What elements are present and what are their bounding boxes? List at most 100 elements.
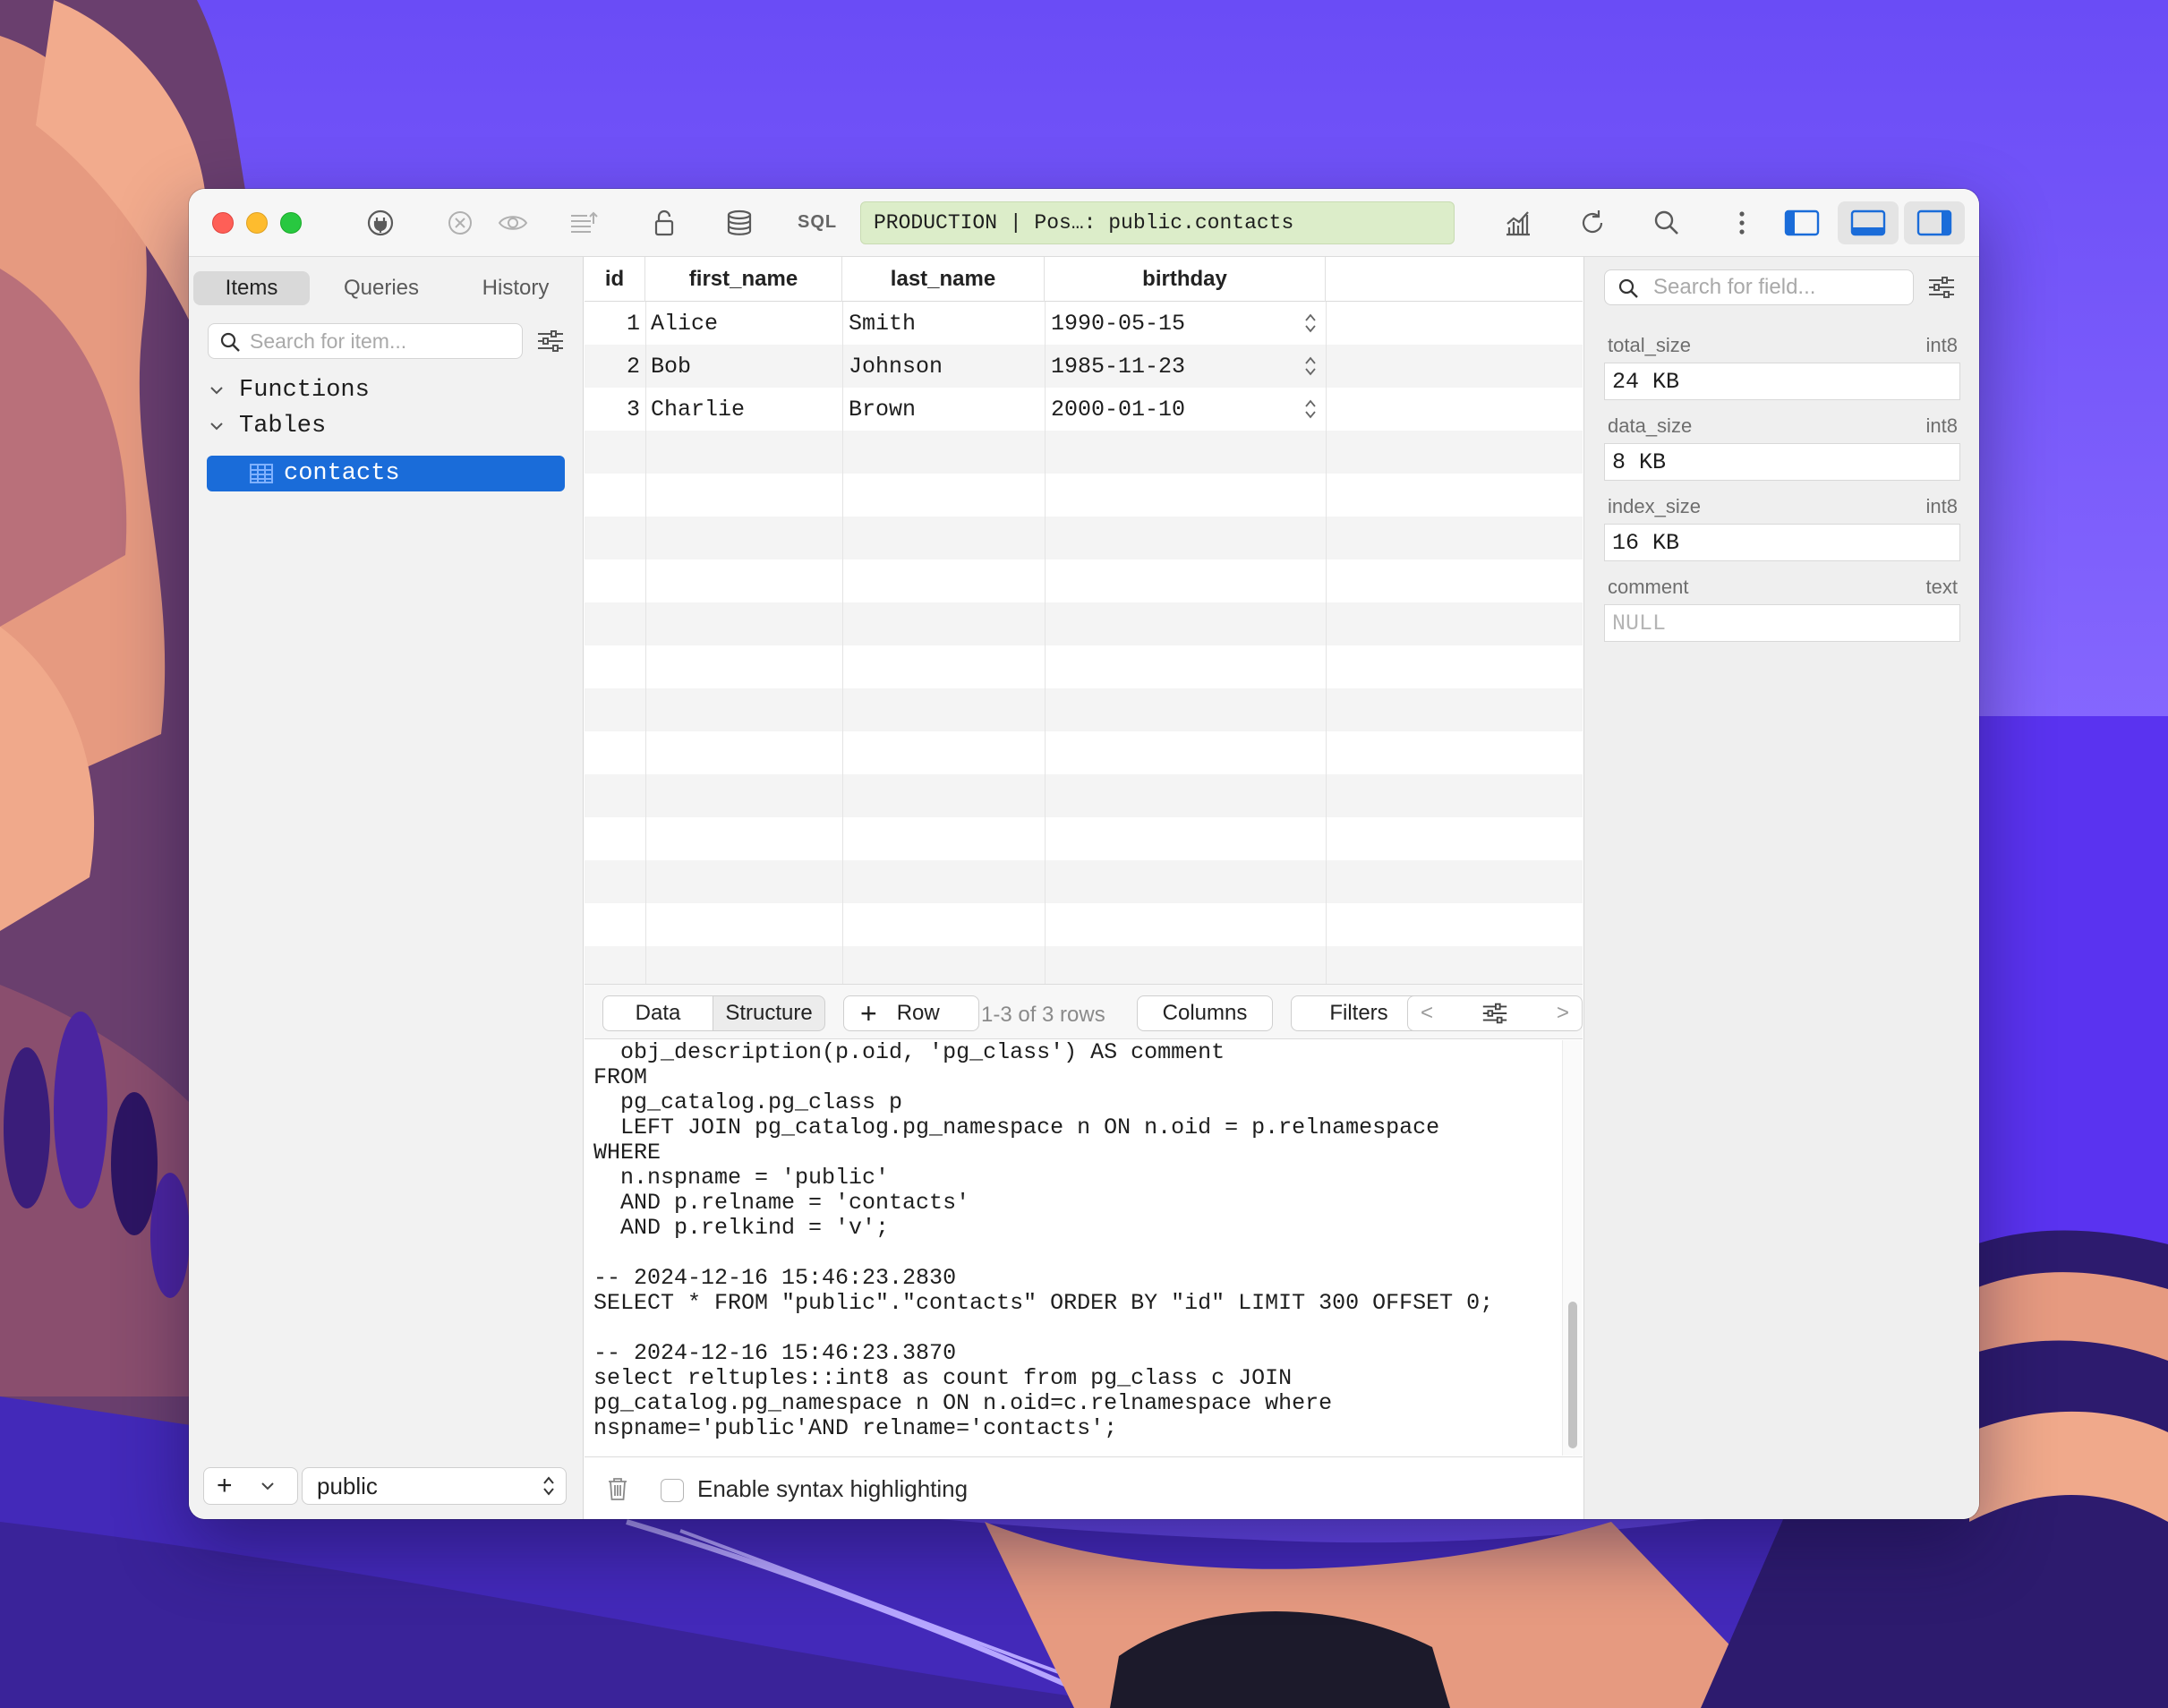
previous-page-button[interactable]: < bbox=[1421, 1001, 1433, 1026]
column-divider bbox=[842, 302, 843, 984]
empty-row bbox=[585, 602, 1583, 645]
plug-icon[interactable] bbox=[363, 205, 398, 241]
tree-item-functions-label: Functions bbox=[239, 377, 370, 404]
schema-select[interactable]: public bbox=[302, 1467, 567, 1505]
column-divider bbox=[1045, 302, 1046, 984]
zoom-window-button[interactable] bbox=[280, 212, 302, 234]
tree-item-tables[interactable]: Tables bbox=[209, 409, 326, 443]
row-count: 1-3 of 3 rows bbox=[981, 1003, 1105, 1027]
field-type-data-size: int8 bbox=[1925, 414, 1958, 437]
tab-data[interactable]: Data bbox=[602, 995, 713, 1031]
tab-structure[interactable]: Structure bbox=[713, 995, 825, 1031]
filter-settings-icon[interactable] bbox=[535, 326, 566, 356]
close-circle-icon[interactable] bbox=[442, 205, 478, 241]
cell-first-name[interactable]: Alice bbox=[651, 302, 718, 345]
log-line: FROM bbox=[593, 1064, 648, 1090]
sql-log[interactable]: obj_description(p.oid, 'pg_class') AS co… bbox=[585, 1040, 1583, 1456]
cell-birthday[interactable]: 1990-05-15 bbox=[1051, 302, 1185, 345]
cell-id[interactable]: 2 bbox=[585, 345, 640, 388]
column-header-first-name[interactable]: first_name bbox=[645, 257, 842, 302]
tree-item-contacts-label: contacts bbox=[284, 460, 400, 487]
date-stepper-icon[interactable] bbox=[1304, 397, 1317, 421]
field-value-total-size[interactable]: 24 KB bbox=[1604, 363, 1960, 400]
tree-item-functions[interactable]: Functions bbox=[209, 373, 370, 407]
field-label-index-size: index_size bbox=[1608, 495, 1701, 517]
chevron-down-icon bbox=[260, 1482, 274, 1490]
grid-header: id first_name last_name birthday bbox=[585, 257, 1583, 302]
grid-toolbar: Data Structure + Row 1-3 of 3 rows Colum… bbox=[585, 984, 1583, 1039]
date-stepper-icon[interactable] bbox=[1304, 312, 1317, 335]
empty-row bbox=[585, 559, 1583, 602]
field-label-comment: comment bbox=[1608, 576, 1689, 598]
chart-icon[interactable] bbox=[1500, 205, 1536, 241]
empty-row bbox=[585, 688, 1583, 731]
left-panel-icon[interactable] bbox=[1771, 201, 1832, 244]
cell-id[interactable]: 1 bbox=[585, 302, 640, 345]
search-icon[interactable] bbox=[1649, 205, 1685, 241]
cell-last-name[interactable]: Brown bbox=[849, 388, 916, 431]
cell-first-name[interactable]: Bob bbox=[651, 345, 691, 388]
log-line: obj_description(p.oid, 'pg_class') AS co… bbox=[593, 1040, 1225, 1065]
toolbar: SQL PRODUCTION | Pos…: public.contacts bbox=[189, 189, 1979, 257]
column-header-birthday[interactable]: birthday bbox=[1045, 257, 1326, 302]
sidebar-search-input[interactable]: Search for item... bbox=[208, 323, 523, 359]
table-row[interactable]: 1 Alice Smith 1990-05-15 bbox=[585, 302, 1583, 345]
lock-icon[interactable] bbox=[646, 205, 682, 241]
field-type-comment: text bbox=[1925, 576, 1958, 598]
empty-row bbox=[585, 903, 1583, 946]
field-value-data-size[interactable]: 8 KB bbox=[1604, 443, 1960, 481]
tree-item-tables-label: Tables bbox=[239, 413, 327, 440]
add-item-plus: + bbox=[217, 1471, 233, 1500]
columns-button[interactable]: Columns bbox=[1137, 995, 1273, 1031]
cell-birthday[interactable]: 2000-01-10 bbox=[1051, 388, 1185, 431]
connection-status-bar[interactable]: PRODUCTION | Pos…: public.contacts bbox=[860, 201, 1455, 244]
list-icon[interactable] bbox=[566, 205, 602, 241]
log-line: AND p.relkind = 'v'; bbox=[593, 1215, 890, 1241]
table-row[interactable]: 2 Bob Johnson 1985-11-23 bbox=[585, 345, 1583, 388]
filter-settings-icon[interactable] bbox=[1926, 272, 1957, 303]
syntax-highlighting-checkbox[interactable] bbox=[661, 1479, 684, 1502]
close-window-button[interactable] bbox=[212, 212, 234, 234]
refresh-icon[interactable] bbox=[1575, 205, 1610, 241]
add-item-button[interactable]: + bbox=[203, 1467, 298, 1505]
eye-icon[interactable] bbox=[495, 205, 531, 241]
tab-queries[interactable]: Queries bbox=[319, 271, 444, 305]
minimize-window-button[interactable] bbox=[246, 212, 268, 234]
column-header-id[interactable]: id bbox=[585, 257, 645, 302]
plus-icon: + bbox=[860, 996, 877, 1029]
tab-history[interactable]: History bbox=[453, 271, 578, 305]
sql-button[interactable]: SQL bbox=[798, 212, 837, 233]
tree-item-contacts[interactable]: contacts bbox=[207, 456, 565, 491]
field-value-index-size[interactable]: 16 KB bbox=[1604, 524, 1960, 561]
table-icon bbox=[250, 464, 273, 483]
date-stepper-icon[interactable] bbox=[1304, 354, 1317, 378]
database-icon[interactable] bbox=[721, 205, 757, 241]
cell-last-name[interactable]: Johnson bbox=[849, 345, 943, 388]
log-scrollbar-thumb[interactable] bbox=[1568, 1302, 1577, 1448]
more-icon[interactable] bbox=[1724, 205, 1760, 241]
field-search-input[interactable]: Search for field... bbox=[1604, 269, 1914, 305]
field-label-data-size: data_size bbox=[1608, 414, 1693, 437]
trash-icon[interactable] bbox=[604, 1475, 631, 1502]
add-row-button[interactable]: + Row bbox=[843, 995, 979, 1031]
cell-birthday[interactable]: 1985-11-23 bbox=[1051, 345, 1185, 388]
field-value-comment[interactable]: NULL bbox=[1604, 604, 1960, 642]
column-header-last-name[interactable]: last_name bbox=[842, 257, 1045, 302]
pagination-settings-icon[interactable] bbox=[1481, 999, 1509, 1028]
bottom-panel-icon[interactable] bbox=[1838, 201, 1899, 244]
tab-items[interactable]: Items bbox=[193, 271, 310, 305]
cell-last-name[interactable]: Smith bbox=[849, 302, 916, 345]
sidebar: Items Queries History Search for item...… bbox=[189, 257, 584, 1519]
log-line: -- 2024-12-16 15:46:23.2830 bbox=[593, 1265, 957, 1291]
next-page-button[interactable]: > bbox=[1557, 1001, 1569, 1026]
log-line: -- 2024-12-16 15:46:23.3870 bbox=[593, 1340, 957, 1366]
empty-row bbox=[585, 774, 1583, 817]
table-row[interactable]: 3 Charlie Brown 2000-01-10 bbox=[585, 388, 1583, 431]
right-panel-icon[interactable] bbox=[1904, 201, 1965, 244]
log-scrollbar[interactable] bbox=[1562, 1040, 1582, 1456]
log-line: AND p.relname = 'contacts' bbox=[593, 1190, 970, 1216]
cell-first-name[interactable]: Charlie bbox=[651, 388, 745, 431]
syntax-highlighting-label: Enable syntax highlighting bbox=[697, 1475, 969, 1502]
cell-id[interactable]: 3 bbox=[585, 388, 640, 431]
chevron-down-icon bbox=[210, 423, 223, 431]
